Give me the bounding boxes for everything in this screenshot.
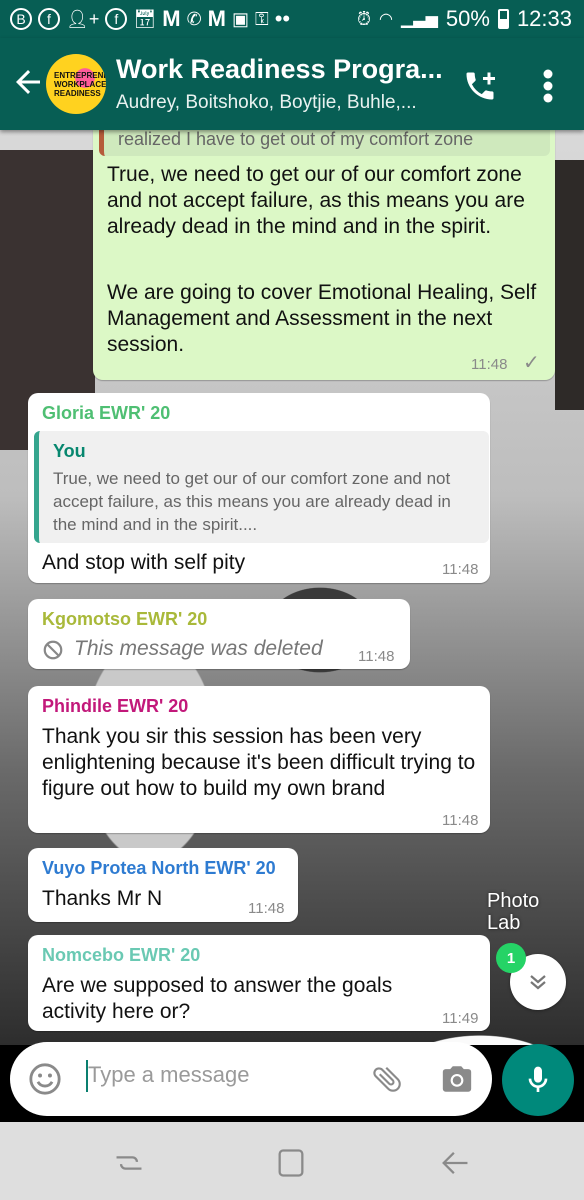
message-input[interactable]: Type a message bbox=[88, 1062, 249, 1088]
message-text: Are we supposed to answer the goals acti… bbox=[42, 974, 393, 1023]
message-text: Thanks Mr N bbox=[42, 887, 163, 910]
quoted-sender: You bbox=[53, 441, 86, 461]
message-text: Thank you sir this session has been very… bbox=[42, 725, 476, 800]
calendar-icon: 📅︎ bbox=[133, 8, 157, 29]
attach-icon[interactable] bbox=[363, 1055, 411, 1103]
message-text: And stop with self pity bbox=[42, 551, 246, 574]
microphone-icon bbox=[528, 1066, 548, 1092]
sender-name: Vuyo Protea North EWR' 20 bbox=[42, 858, 276, 878]
incoming-message[interactable]: Vuyo Protea North EWR' 20 Thanks Mr N 11… bbox=[28, 848, 298, 922]
sender-name: Gloria EWR' 20 bbox=[42, 403, 171, 423]
incoming-message[interactable]: Kgomotso EWR' 20 This message was delete… bbox=[28, 599, 410, 669]
more-notifications-icon: •• bbox=[274, 6, 291, 31]
quoted-message[interactable]: realized I have to get out of my comfort… bbox=[99, 130, 550, 156]
incoming-message[interactable]: Nomcebo EWR' 20 Are we supposed to answe… bbox=[28, 935, 490, 1031]
message-text: True, we need to get our of our comfort … bbox=[107, 163, 525, 238]
emoji-icon[interactable] bbox=[28, 1062, 62, 1096]
wifi-icon: ◠ bbox=[379, 11, 393, 28]
facebook-icon: f bbox=[105, 8, 128, 30]
nav-back-icon[interactable] bbox=[438, 1146, 472, 1180]
sent-check-icon: ✓ bbox=[523, 352, 540, 374]
status-bar: B f 👤︎+ f 📅︎ M ✆ M ▣ ⚿ •• ⏰︎ ◠ ▁▃▅ 50% 1… bbox=[0, 0, 584, 38]
missed-call-icon: ✆ bbox=[186, 8, 202, 29]
deleted-icon bbox=[43, 640, 63, 660]
add-user-icon: 👤︎+ bbox=[66, 8, 100, 29]
message-time: 11:48 bbox=[358, 648, 395, 665]
outgoing-message[interactable]: realized I have to get out of my comfort… bbox=[93, 130, 555, 380]
sender-name: Nomcebo EWR' 20 bbox=[42, 945, 201, 965]
message-text: We are going to cover Emotional Healing,… bbox=[107, 281, 537, 356]
b-app-icon: B bbox=[10, 8, 32, 30]
facebook-icon: f bbox=[38, 8, 60, 30]
battery-icon bbox=[497, 9, 509, 29]
chat-header: ENTREPRENEURSHIP WORKPLACE READINESS Wor… bbox=[0, 38, 584, 130]
recent-apps-icon[interactable] bbox=[112, 1146, 146, 1180]
incoming-message[interactable]: Gloria EWR' 20 You True, we need to get … bbox=[28, 393, 490, 583]
system-icons: ⏰︎ ◠ ▁▃▅ 50% 12:33 bbox=[357, 6, 584, 32]
group-participants[interactable]: Audrey, Boitshoko, Boytjie, Buhle,... bbox=[116, 92, 436, 114]
message-time: 11:48 bbox=[248, 900, 285, 917]
alarm-icon: ⏰︎ bbox=[356, 8, 371, 29]
back-arrow-icon[interactable] bbox=[10, 64, 46, 100]
clock: 12:33 bbox=[516, 6, 572, 31]
message-composer[interactable]: Type a message bbox=[10, 1042, 492, 1116]
add-call-icon[interactable] bbox=[462, 66, 498, 106]
voice-record-button[interactable] bbox=[502, 1044, 574, 1116]
system-navigation-bar bbox=[0, 1122, 584, 1200]
avatar-label: ENTREPRENEURSHIP WORKPLACE READINESS bbox=[54, 70, 106, 98]
camera-icon[interactable] bbox=[440, 1062, 474, 1096]
watermark-line: Photo bbox=[487, 890, 540, 912]
home-icon[interactable] bbox=[274, 1146, 308, 1180]
incoming-message[interactable]: Phindile EWR' 20 Thank you sir this sess… bbox=[28, 686, 490, 833]
watermark-line: Lab bbox=[487, 912, 521, 934]
group-avatar[interactable]: ENTREPRENEURSHIP WORKPLACE READINESS bbox=[46, 54, 106, 114]
quoted-text: realized I have to get out of my comfort… bbox=[118, 130, 474, 149]
group-title[interactable]: Work Readiness Progra... bbox=[116, 54, 446, 85]
signal-icon: ▁▃▅ bbox=[400, 11, 438, 28]
message-time: 11:48 bbox=[442, 812, 479, 829]
image-icon: ▣ bbox=[231, 8, 249, 29]
gmail-icon: M bbox=[162, 6, 181, 31]
unread-count-badge: 1 bbox=[496, 943, 526, 973]
sender-name: Kgomotso EWR' 20 bbox=[42, 609, 208, 629]
more-options-icon[interactable] bbox=[540, 68, 556, 104]
message-time: 11:48 bbox=[471, 356, 508, 373]
deleted-message-text: This message was deleted bbox=[74, 637, 323, 660]
double-chevron-down-icon bbox=[530, 975, 546, 990]
sender-name: Phindile EWR' 20 bbox=[42, 696, 189, 716]
key-icon: ⚿ bbox=[255, 8, 269, 29]
battery-text: 50% bbox=[445, 6, 490, 31]
notification-icons: B f 👤︎+ f 📅︎ M ✆ M ▣ ⚿ •• bbox=[0, 6, 290, 32]
photo-lab-watermark: Photo Lab bbox=[487, 890, 539, 934]
quoted-message[interactable]: You True, we need to get our of our comf… bbox=[34, 431, 489, 543]
background-photo-door bbox=[555, 160, 584, 410]
message-time: 11:48 bbox=[442, 561, 479, 578]
quoted-text: True, we need to get our of our comfort … bbox=[53, 469, 451, 534]
message-time: 11:49 bbox=[442, 1010, 479, 1027]
gmail-icon: M bbox=[207, 6, 226, 31]
